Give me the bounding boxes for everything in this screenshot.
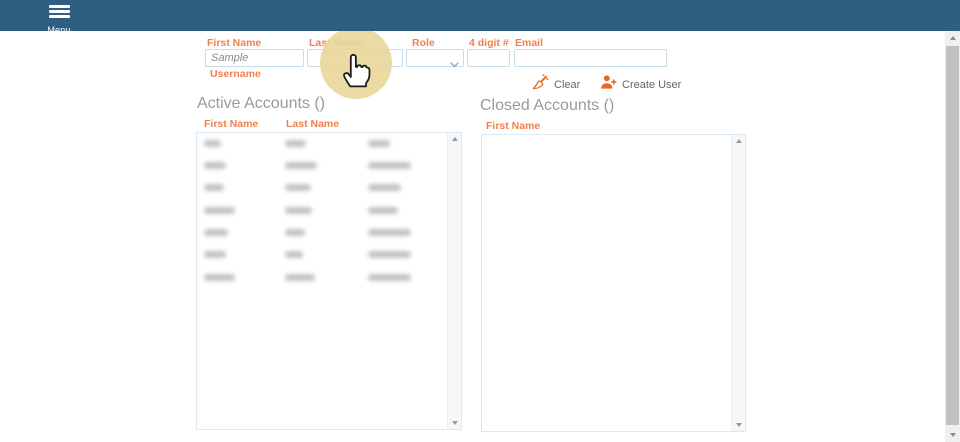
redacted-cell bbox=[368, 140, 390, 147]
hamburger-icon bbox=[49, 3, 70, 18]
closed-list-scrollbar[interactable] bbox=[731, 135, 745, 431]
person-plus-icon bbox=[600, 74, 617, 96]
redacted-cell bbox=[204, 184, 224, 191]
redacted-cell bbox=[368, 162, 411, 169]
table-row[interactable] bbox=[197, 159, 446, 181]
closed-accounts-list[interactable] bbox=[481, 134, 746, 432]
scroll-down-icon[interactable] bbox=[945, 428, 960, 442]
redacted-cell bbox=[368, 229, 411, 236]
four-digit-input[interactable] bbox=[467, 49, 510, 67]
scrollbar-thumb[interactable] bbox=[946, 46, 959, 425]
email-input[interactable] bbox=[514, 49, 667, 67]
last-name-input[interactable] bbox=[307, 49, 403, 67]
create-user-button[interactable]: Create User bbox=[600, 75, 681, 95]
scroll-up-icon[interactable] bbox=[945, 31, 960, 45]
redacted-cell bbox=[368, 251, 411, 258]
redacted-cell bbox=[368, 184, 401, 191]
redacted-cell bbox=[285, 229, 305, 236]
scroll-down-icon[interactable] bbox=[448, 417, 462, 429]
clear-button-label: Clear bbox=[554, 79, 580, 91]
menu-label: Menu bbox=[40, 25, 78, 35]
active-list-scrollbar[interactable] bbox=[447, 133, 461, 429]
header-bar: Menu bbox=[0, 0, 960, 31]
redacted-cell bbox=[285, 251, 303, 258]
closed-col-first-name: First Name bbox=[486, 120, 540, 132]
redacted-cell bbox=[285, 140, 306, 147]
redacted-cell bbox=[285, 207, 312, 214]
first-name-input[interactable] bbox=[205, 49, 304, 67]
table-row[interactable] bbox=[197, 182, 446, 204]
redacted-cell bbox=[204, 251, 226, 258]
redacted-cell bbox=[285, 162, 317, 169]
email-label: Email bbox=[515, 37, 543, 49]
redacted-cell bbox=[204, 140, 221, 147]
active-accounts-rows bbox=[197, 137, 446, 294]
broom-icon bbox=[531, 74, 549, 97]
app-window: Menu First Name Last Name Role 4 digit #… bbox=[0, 0, 960, 442]
closed-accounts-title: Closed Accounts () bbox=[480, 97, 614, 115]
page-scrollbar[interactable] bbox=[945, 31, 960, 442]
scroll-up-icon[interactable] bbox=[448, 133, 462, 145]
table-row[interactable] bbox=[197, 137, 446, 159]
active-col-first-name: First Name bbox=[204, 118, 258, 130]
chevron-down-icon bbox=[450, 55, 459, 73]
redacted-cell bbox=[368, 274, 411, 281]
first-name-label: First Name bbox=[207, 37, 261, 49]
table-row[interactable] bbox=[197, 271, 446, 293]
redacted-cell bbox=[368, 207, 398, 214]
clear-button[interactable]: Clear bbox=[531, 75, 580, 95]
menu-button[interactable]: Menu bbox=[40, 3, 78, 35]
redacted-cell bbox=[204, 274, 235, 281]
table-row[interactable] bbox=[197, 227, 446, 249]
redacted-cell bbox=[285, 274, 315, 281]
redacted-cell bbox=[285, 184, 311, 191]
active-accounts-title: Active Accounts () bbox=[197, 95, 325, 113]
redacted-cell bbox=[204, 229, 228, 236]
table-row[interactable] bbox=[197, 204, 446, 226]
username-label: Username bbox=[210, 68, 261, 80]
scroll-down-icon[interactable] bbox=[732, 419, 746, 431]
active-accounts-list[interactable] bbox=[196, 132, 462, 430]
redacted-cell bbox=[204, 162, 226, 169]
role-label: Role bbox=[412, 37, 435, 49]
create-user-button-label: Create User bbox=[622, 79, 681, 91]
role-select[interactable] bbox=[406, 49, 464, 67]
last-name-label: Last Name bbox=[309, 37, 362, 49]
table-row[interactable] bbox=[197, 249, 446, 271]
scroll-up-icon[interactable] bbox=[732, 135, 746, 147]
active-col-last-name: Last Name bbox=[286, 118, 339, 130]
redacted-cell bbox=[204, 207, 235, 214]
four-digit-label: 4 digit # bbox=[469, 37, 509, 49]
